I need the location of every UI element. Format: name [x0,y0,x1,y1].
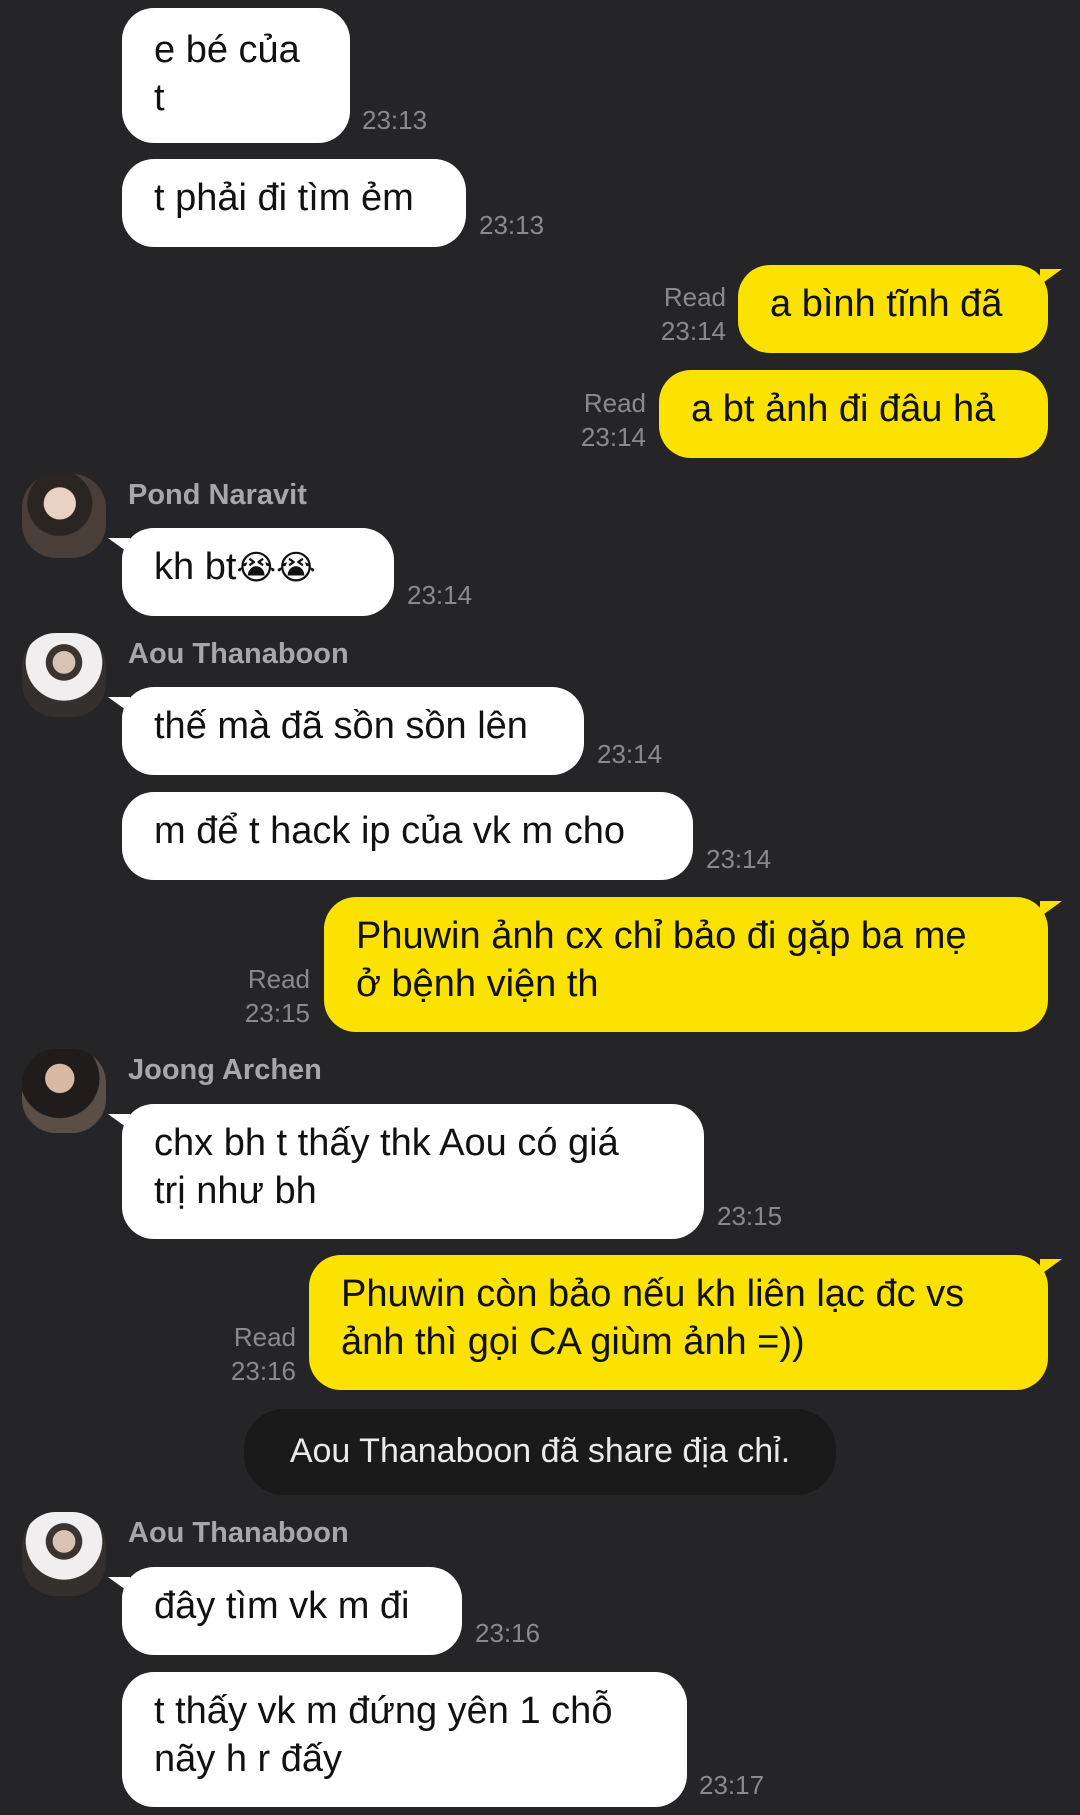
message-text: đây tìm vk m đi [154,1585,410,1627]
read-receipt: Read 23:14 [600,280,726,348]
message-time: 23:16 [230,1356,296,1386]
incoming-message[interactable]: m để t hack ip của vk m cho [122,792,693,880]
outgoing-message[interactable]: Phuwin còn bảo nếu kh liên lạc đc vs ảnh… [309,1255,1062,1390]
message-text: ảnh thì gọi CA giùm ảnh =)) [341,1321,805,1363]
incoming-message[interactable]: t thấy vk m đứng yên 1 chỗ nãy h r đấy [122,1672,687,1807]
message-time: 23:17 [699,1770,765,1800]
message-text: chx bh t thấy thk Aou có giá [154,1122,619,1164]
outgoing-message[interactable]: Phuwin ảnh cx chỉ bảo đi gặp ba mẹ ở bện… [324,897,1062,1032]
incoming-message[interactable]: đây tìm vk m đi [108,1567,462,1655]
read-status: Read [247,964,310,994]
chat-thread[interactable]: e bé của t 23:13 t phải đi tìm ẻm 23:13 … [0,0,1080,1815]
avatar[interactable] [22,1049,106,1133]
message-text: kh bt [154,546,237,588]
message-time: 23:13 [362,105,428,135]
message-text: Phuwin còn bảo nếu kh liên lạc đc vs [341,1273,965,1315]
message-text: a bình tĩnh đã [770,283,1003,325]
message-time: 23:16 [475,1618,541,1648]
message-text: trị như bh [154,1170,317,1212]
read-status: Read [583,388,646,418]
incoming-message[interactable]: t phải đi tìm ẻm [122,159,466,247]
message-text: Phuwin ảnh cx chỉ bảo đi gặp ba mẹ [356,915,967,957]
message-text: ở bệnh viện th [356,963,599,1005]
read-receipt: Read 23:14 [520,386,646,454]
message-text: thế mà đã sồn sồn lên [154,705,528,747]
read-status: Read [663,282,726,312]
message-time: 23:14 [660,316,726,346]
avatar[interactable] [22,633,106,717]
incoming-message[interactable]: e bé của t [122,8,350,143]
crying-face-emoji: 😭😭 [236,549,316,587]
avatar[interactable] [22,474,106,558]
message-text: e bé của [154,29,300,71]
message-time: 23:14 [580,422,646,452]
read-status: Read [233,1322,296,1352]
sender-name: Joong Archen [128,1054,322,1086]
read-receipt: Read 23:16 [170,1320,296,1388]
message-text: t thấy vk m đứng yên 1 chỗ [154,1690,613,1732]
message-text: m để t hack ip của vk m cho [154,810,625,852]
sender-name: Aou Thanaboon [128,638,349,670]
incoming-message[interactable]: thế mà đã sồn sồn lên [108,687,584,775]
message-time: 23:15 [717,1201,783,1231]
message-time: 23:14 [407,580,473,610]
message-text: t phải đi tìm ẻm [154,177,414,219]
message-time: 23:13 [479,210,545,240]
message-text: t [154,77,165,119]
sender-name: Aou Thanaboon [128,1517,349,1549]
message-time: 23:15 [244,998,310,1028]
avatar[interactable] [22,1512,106,1596]
outgoing-message[interactable]: a bình tĩnh đã [738,265,1062,353]
message-text: nãy h r đấy [154,1738,342,1780]
message-text: a bt ảnh đi đâu hả [691,388,996,430]
message-time: 23:14 [706,844,772,874]
location-share-notice[interactable]: Aou Thanaboon đã share địa chỉ. [244,1409,836,1495]
incoming-message[interactable]: kh bt😭😭 [108,528,394,616]
message-time: 23:14 [597,739,663,769]
sender-name: Pond Naravit [128,479,307,511]
incoming-message[interactable]: chx bh t thấy thk Aou có giá trị như bh [108,1104,704,1239]
outgoing-message[interactable]: a bt ảnh đi đâu hả [659,370,1048,458]
read-receipt: Read 23:15 [184,962,310,1030]
